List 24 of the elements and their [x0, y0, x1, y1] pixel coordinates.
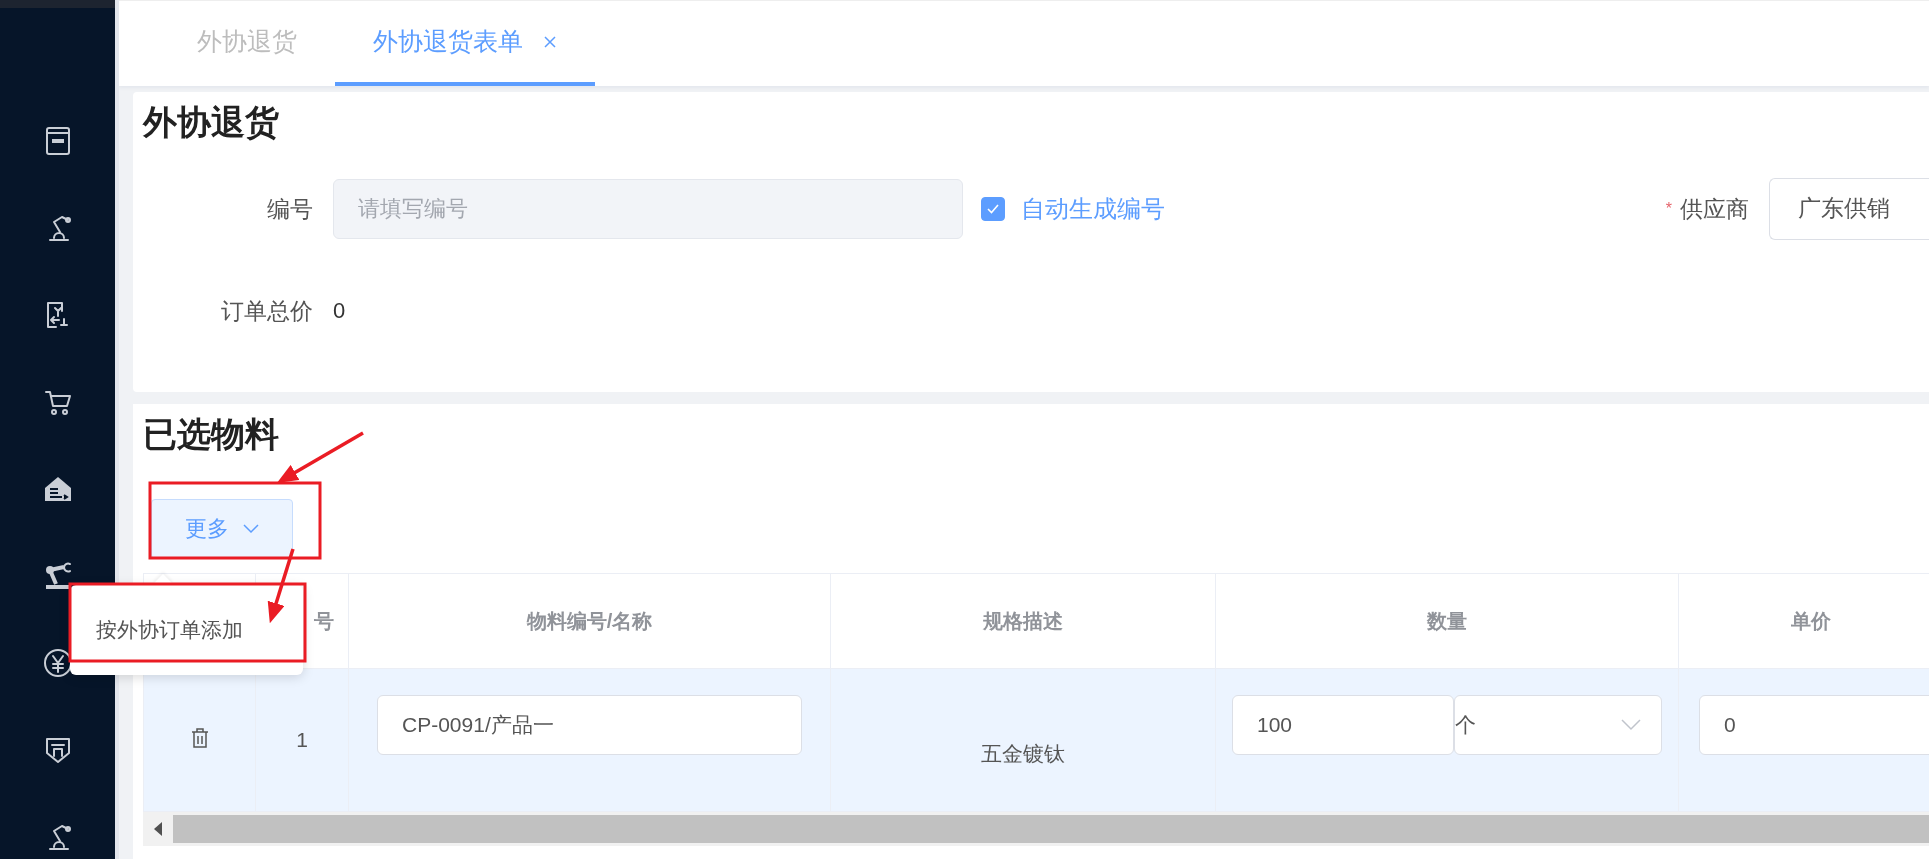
input-field[interactable]: CP-0091/产品一: [377, 695, 802, 755]
field-label: 订单总价: [220, 296, 314, 326]
chevron-down-icon: [243, 524, 259, 534]
column-header: 单价: [1678, 573, 1929, 669]
field-value: 0: [333, 298, 346, 324]
column-header: 物料编号/名称: [348, 573, 831, 669]
select-field[interactable]: 广东供销: [1769, 178, 1929, 240]
close-icon[interactable]: [543, 34, 557, 49]
section-title: 外协退货: [143, 102, 279, 143]
column-header: 规格描述: [830, 573, 1216, 669]
column-header: 数量: [1215, 573, 1679, 669]
input-field[interactable]: 100: [1232, 695, 1454, 755]
input-field[interactable]: 0: [1699, 695, 1929, 755]
section-title: 已选物料: [143, 414, 279, 455]
required-asterisk: *: [1665, 200, 1672, 218]
chevron-down-icon: [1621, 719, 1641, 731]
field-label: 编号: [266, 194, 314, 224]
table-cell: 1: [255, 668, 349, 812]
unit-select[interactable]: 个: [1454, 695, 1662, 755]
table-row[interactable]: 1 CP-0091/产品一 五金镀钛 100 个 0: [143, 668, 1929, 812]
trash-icon[interactable]: [190, 727, 209, 748]
horizontal-scrollbar[interactable]: [143, 812, 1929, 846]
field-label: 供应商: [1680, 194, 1750, 224]
table-cell: 五金镀钛: [830, 668, 1216, 812]
